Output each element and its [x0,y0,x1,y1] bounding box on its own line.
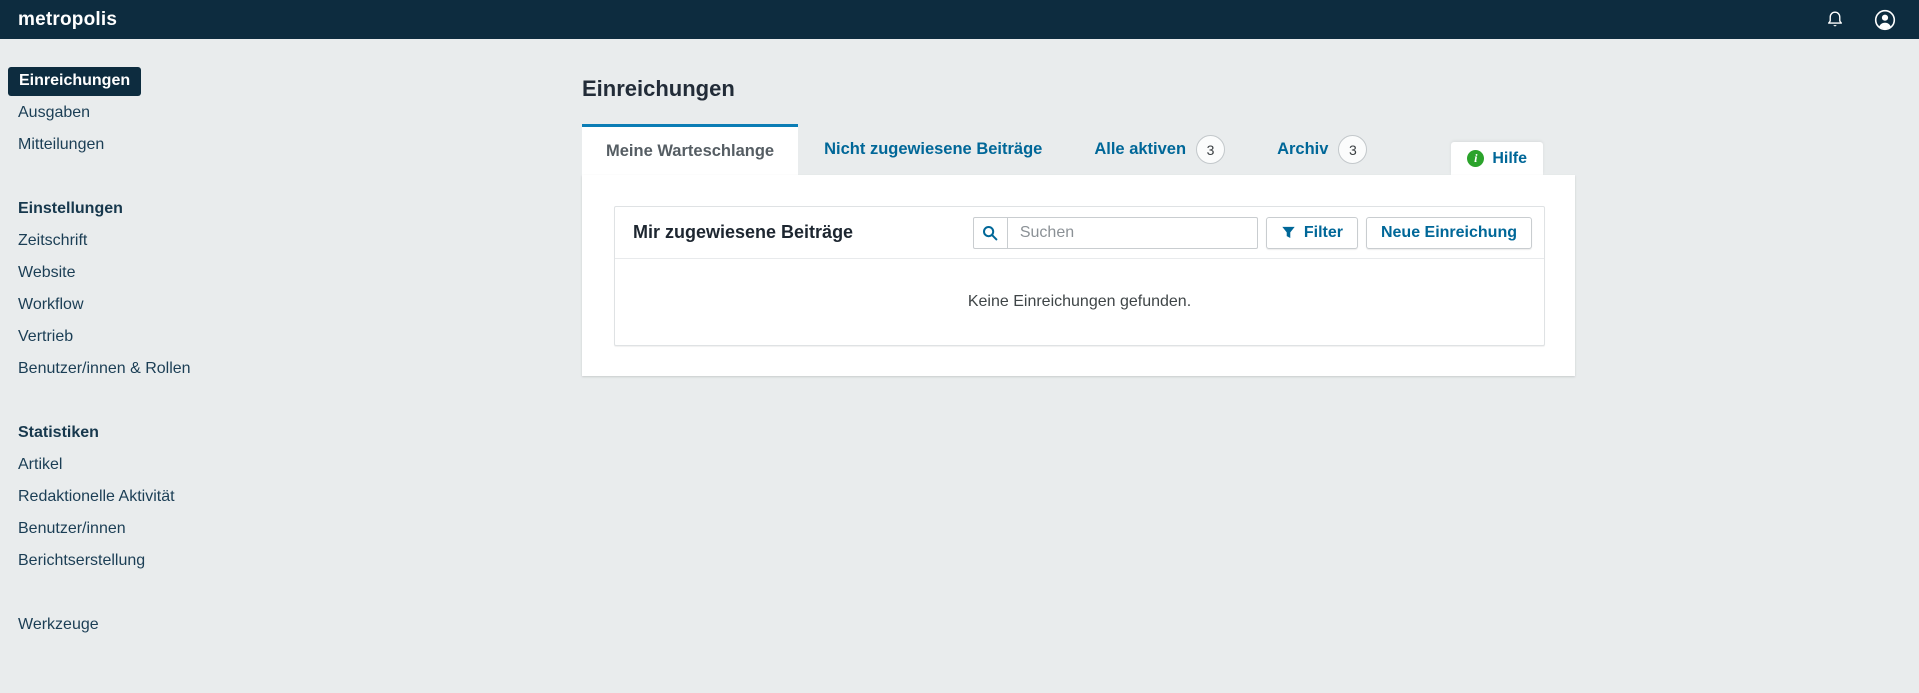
tab-label: Alle aktiven [1094,140,1186,159]
sidebar-item-mitteilungen[interactable]: Mitteilungen [0,129,582,161]
sidebar-item-redaktionelle-aktivitaet[interactable]: Redaktionelle Aktivität [0,481,582,513]
tab-label: Nicht zugewiesene Beiträge [824,140,1042,159]
submissions-card: Mir zugewiesene Beiträge Filter [614,206,1545,346]
submissions-tabbar: Meine Warteschlange Nicht zugewiesene Be… [582,124,1575,175]
search-input[interactable] [1008,218,1257,248]
tab-nicht-zugewiesene-beitraege[interactable]: Nicht zugewiesene Beiträge [798,124,1068,175]
sidebar-item-zeitschrift[interactable]: Zeitschrift [0,225,582,257]
sidebar-item-website[interactable]: Website [0,257,582,289]
info-icon: i [1467,150,1484,167]
sidebar-item-workflow[interactable]: Workflow [0,289,582,321]
tab-label: Archiv [1277,140,1328,159]
tab-meine-warteschlange[interactable]: Meine Warteschlange [582,124,798,175]
submissions-panel: Mir zugewiesene Beiträge Filter [582,175,1575,376]
sidebar-item-label: Einreichungen [8,67,141,96]
count-badge: 3 [1196,135,1225,164]
search-box [973,217,1258,249]
notifications-bell-icon[interactable] [1824,9,1846,31]
card-title: Mir zugewiesene Beiträge [633,222,973,243]
tab-label: Meine Warteschlange [606,142,774,161]
card-header: Mir zugewiesene Beiträge Filter [615,207,1544,259]
sidebar-nav: Einreichungen Ausgaben Mitteilungen Eins… [0,39,582,673]
sidebar-section-einstellungen: Einstellungen [0,193,582,225]
app-bar: metropolis [0,0,1919,39]
new-submission-button[interactable]: Neue Einreichung [1366,217,1532,249]
filter-button[interactable]: Filter [1266,217,1358,249]
empty-state: Keine Einreichungen gefunden. [615,259,1544,345]
sidebar-item-benutzer-rollen[interactable]: Benutzer/innen & Rollen [0,353,582,385]
sidebar-item-einreichungen[interactable]: Einreichungen [0,65,582,97]
count-badge: 3 [1338,135,1367,164]
filter-funnel-icon [1281,225,1296,240]
page-title: Einreichungen [582,75,1575,103]
sidebar-item-ausgaben[interactable]: Ausgaben [0,97,582,129]
filter-label: Filter [1304,224,1343,242]
app-bar-actions [1824,8,1897,32]
user-account-icon[interactable] [1873,8,1897,32]
app-logo: metropolis [18,9,117,31]
help-label: Hilfe [1492,150,1527,168]
help-button[interactable]: i Hilfe [1451,142,1543,175]
sidebar-item-artikel[interactable]: Artikel [0,449,582,481]
sidebar-section-statistiken: Statistiken [0,417,582,449]
sidebar-item-berichtserstellung[interactable]: Berichtserstellung [0,545,582,577]
sidebar-item-benutzer[interactable]: Benutzer/innen [0,513,582,545]
search-icon[interactable] [974,218,1008,248]
new-submission-label: Neue Einreichung [1381,224,1517,242]
tab-alle-aktiven[interactable]: Alle aktiven 3 [1068,124,1251,175]
sidebar-item-werkzeuge[interactable]: Werkzeuge [0,609,582,641]
tab-archiv[interactable]: Archiv 3 [1251,124,1393,175]
main-content: Einreichungen Meine Warteschlange Nicht … [582,39,1575,376]
empty-message: Keine Einreichungen gefunden. [968,293,1191,311]
sidebar-item-vertrieb[interactable]: Vertrieb [0,321,582,353]
